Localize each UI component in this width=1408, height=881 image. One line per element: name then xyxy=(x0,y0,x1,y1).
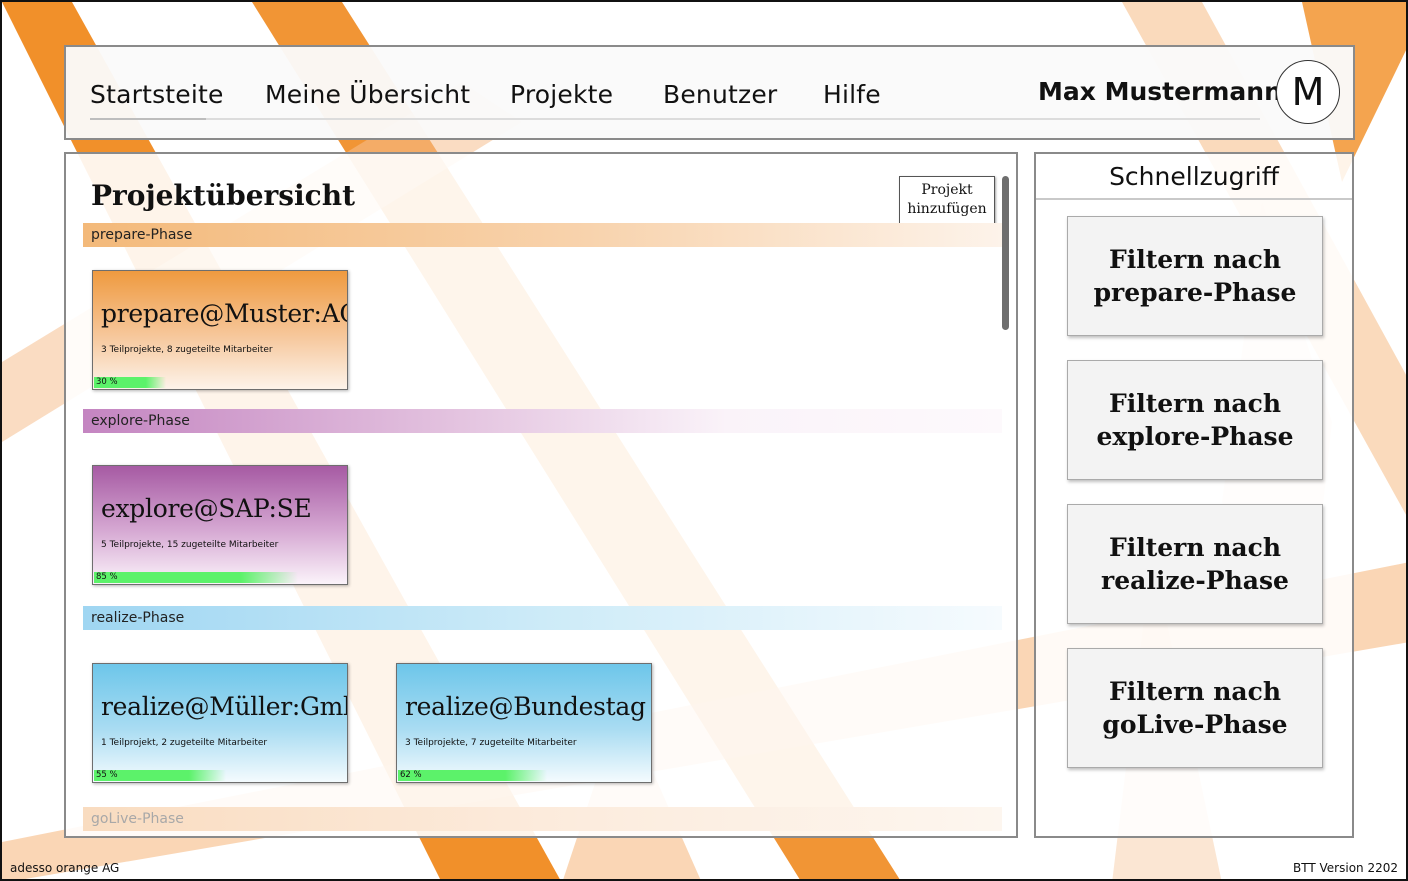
progress-label: 30 % xyxy=(96,377,118,387)
project-overview-panel: Projektübersicht Projekt hinzufügen prep… xyxy=(64,152,1018,838)
progress-fill xyxy=(94,572,298,583)
filter-golive-button[interactable]: Filtern nach goLive-Phase xyxy=(1067,648,1323,768)
project-subtitle: 1 Teilprojekt, 2 zugeteilte Mitarbeiter xyxy=(101,738,268,748)
footer-version: BTT Version 2202 xyxy=(1293,861,1398,875)
nav-item-benutzer[interactable]: Benutzer xyxy=(663,80,777,109)
top-navigation: Startsteite Meine Übersicht Projekte Ben… xyxy=(64,45,1355,140)
project-title: explore@SAP:SE xyxy=(101,494,312,523)
quick-access-panel: Schnellzugriff Filtern nach prepare-Phas… xyxy=(1034,152,1354,838)
app-frame: Startsteite Meine Übersicht Projekte Ben… xyxy=(0,0,1408,881)
phase-header-golive: goLive-Phase xyxy=(83,807,1002,831)
phase-header-prepare: prepare-Phase xyxy=(83,223,1002,247)
project-subtitle: 3 Teilprojekte, 7 zugeteilte Mitarbeiter xyxy=(405,738,577,748)
quick-access-title: Schnellzugriff xyxy=(1036,154,1352,200)
phase-header-explore: explore-Phase xyxy=(83,409,1002,433)
scrollbar[interactable] xyxy=(1002,176,1009,330)
progress-bar: 30 % xyxy=(94,377,334,388)
phase-header-realize: realize-Phase xyxy=(83,606,1002,630)
project-subtitle: 5 Teilprojekte, 15 zugeteilte Mitarbeite… xyxy=(101,540,279,550)
nav-item-projekte[interactable]: Projekte xyxy=(510,80,613,109)
progress-bar: 55 % xyxy=(94,770,334,781)
progress-label: 85 % xyxy=(96,572,118,582)
nav-item-hilfe[interactable]: Hilfe xyxy=(823,80,881,109)
avatar[interactable]: M xyxy=(1276,60,1340,124)
project-subtitle: 3 Teilprojekte, 8 zugeteilte Mitarbeiter xyxy=(101,345,273,355)
nav-item-startseite[interactable]: Startsteite xyxy=(90,80,224,109)
progress-bar: 62 % xyxy=(398,770,638,781)
project-card-realize-mueller-gmbh[interactable]: realize@Müller:GmbH 1 Teilprojekt, 2 zug… xyxy=(92,663,348,783)
project-card-explore-sap-se[interactable]: explore@SAP:SE 5 Teilprojekte, 15 zugete… xyxy=(92,465,348,585)
nav-item-meine-uebersicht[interactable]: Meine Übersicht xyxy=(265,80,470,109)
filter-prepare-button[interactable]: Filtern nach prepare-Phase xyxy=(1067,216,1323,336)
filter-realize-button[interactable]: Filtern nach realize-Phase xyxy=(1067,504,1323,624)
add-project-button[interactable]: Projekt hinzufügen xyxy=(899,176,995,224)
progress-bar: 85 % xyxy=(94,572,334,583)
footer-company: adesso orange AG xyxy=(10,861,120,875)
project-card-realize-bundestag[interactable]: realize@Bundestag 3 Teilprojekte, 7 zuge… xyxy=(396,663,652,783)
project-title: prepare@Muster:AG xyxy=(101,299,348,328)
filter-explore-button[interactable]: Filtern nach explore-Phase xyxy=(1067,360,1323,480)
user-name[interactable]: Max Mustermann xyxy=(1038,77,1282,106)
nav-active-indicator xyxy=(90,118,206,120)
nav-underline xyxy=(90,118,1260,120)
project-title: realize@Bundestag xyxy=(405,692,646,721)
progress-label: 55 % xyxy=(96,770,118,780)
page-title: Projektübersicht xyxy=(91,179,356,212)
project-title: realize@Müller:GmbH xyxy=(101,692,347,721)
project-card-prepare-muster-ag[interactable]: prepare@Muster:AG 3 Teilprojekte, 8 zuge… xyxy=(92,270,348,390)
progress-label: 62 % xyxy=(400,770,422,780)
